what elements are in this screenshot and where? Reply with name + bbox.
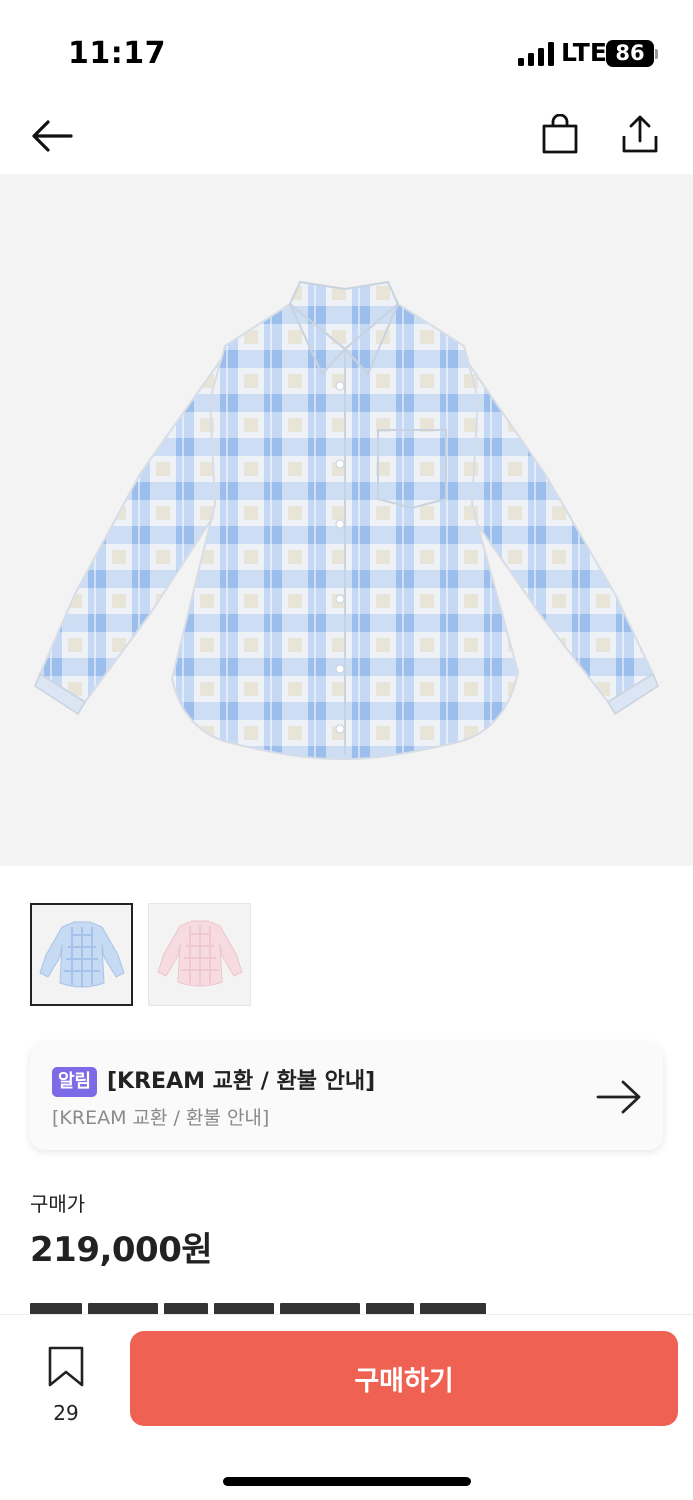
product-page: 11:17 LTE 86 알림 [KREAM 교환 / 환불 안내] [KREA…	[0, 0, 693, 1500]
notice-subtitle: [KREAM 교환 / 환불 안내]	[52, 1107, 270, 1129]
status-time: 11:17	[68, 36, 166, 71]
bookmark-count: 29	[53, 1401, 79, 1425]
network-label: LTE	[561, 38, 607, 67]
arrow-right-icon	[596, 1080, 641, 1114]
notice-badge: 알림	[52, 1067, 98, 1097]
bottom-action-bar: 29 구매하기	[0, 1314, 693, 1500]
top-nav	[0, 100, 693, 172]
product-image[interactable]	[0, 174, 693, 866]
buy-button[interactable]: 구매하기	[130, 1331, 678, 1426]
share-icon	[622, 115, 658, 153]
notice-card[interactable]: 알림 [KREAM 교환 / 환불 안내] [KREAM 교환 / 환불 안내]	[30, 1043, 663, 1150]
notice-title: [KREAM 교환 / 환불 안내]	[107, 1069, 376, 1094]
thumbnail-pink[interactable]	[148, 903, 251, 1006]
share-button[interactable]	[614, 108, 666, 160]
thumbnail-blue[interactable]	[30, 903, 133, 1006]
shopping-bag-icon	[542, 114, 578, 154]
battery-tip	[655, 49, 658, 59]
shirt-illustration	[34, 280, 659, 761]
thumbnail-shirt-pink	[157, 920, 243, 987]
price-value: 219,000원	[30, 1230, 213, 1270]
cart-button[interactable]	[534, 108, 586, 160]
thumbnail-shirt-blue	[39, 921, 125, 988]
battery-indicator: 86	[606, 40, 654, 67]
status-bar: 11:17 LTE 86	[0, 0, 693, 100]
bookmark-button[interactable]: 29	[40, 1345, 92, 1425]
back-button[interactable]	[26, 110, 78, 162]
signal-icon	[518, 42, 554, 66]
home-indicator	[223, 1477, 471, 1486]
price-label: 구매가	[30, 1192, 86, 1216]
arrow-left-icon	[32, 120, 73, 152]
bookmark-icon	[48, 1346, 84, 1387]
thumbnail-list	[30, 903, 251, 1007]
